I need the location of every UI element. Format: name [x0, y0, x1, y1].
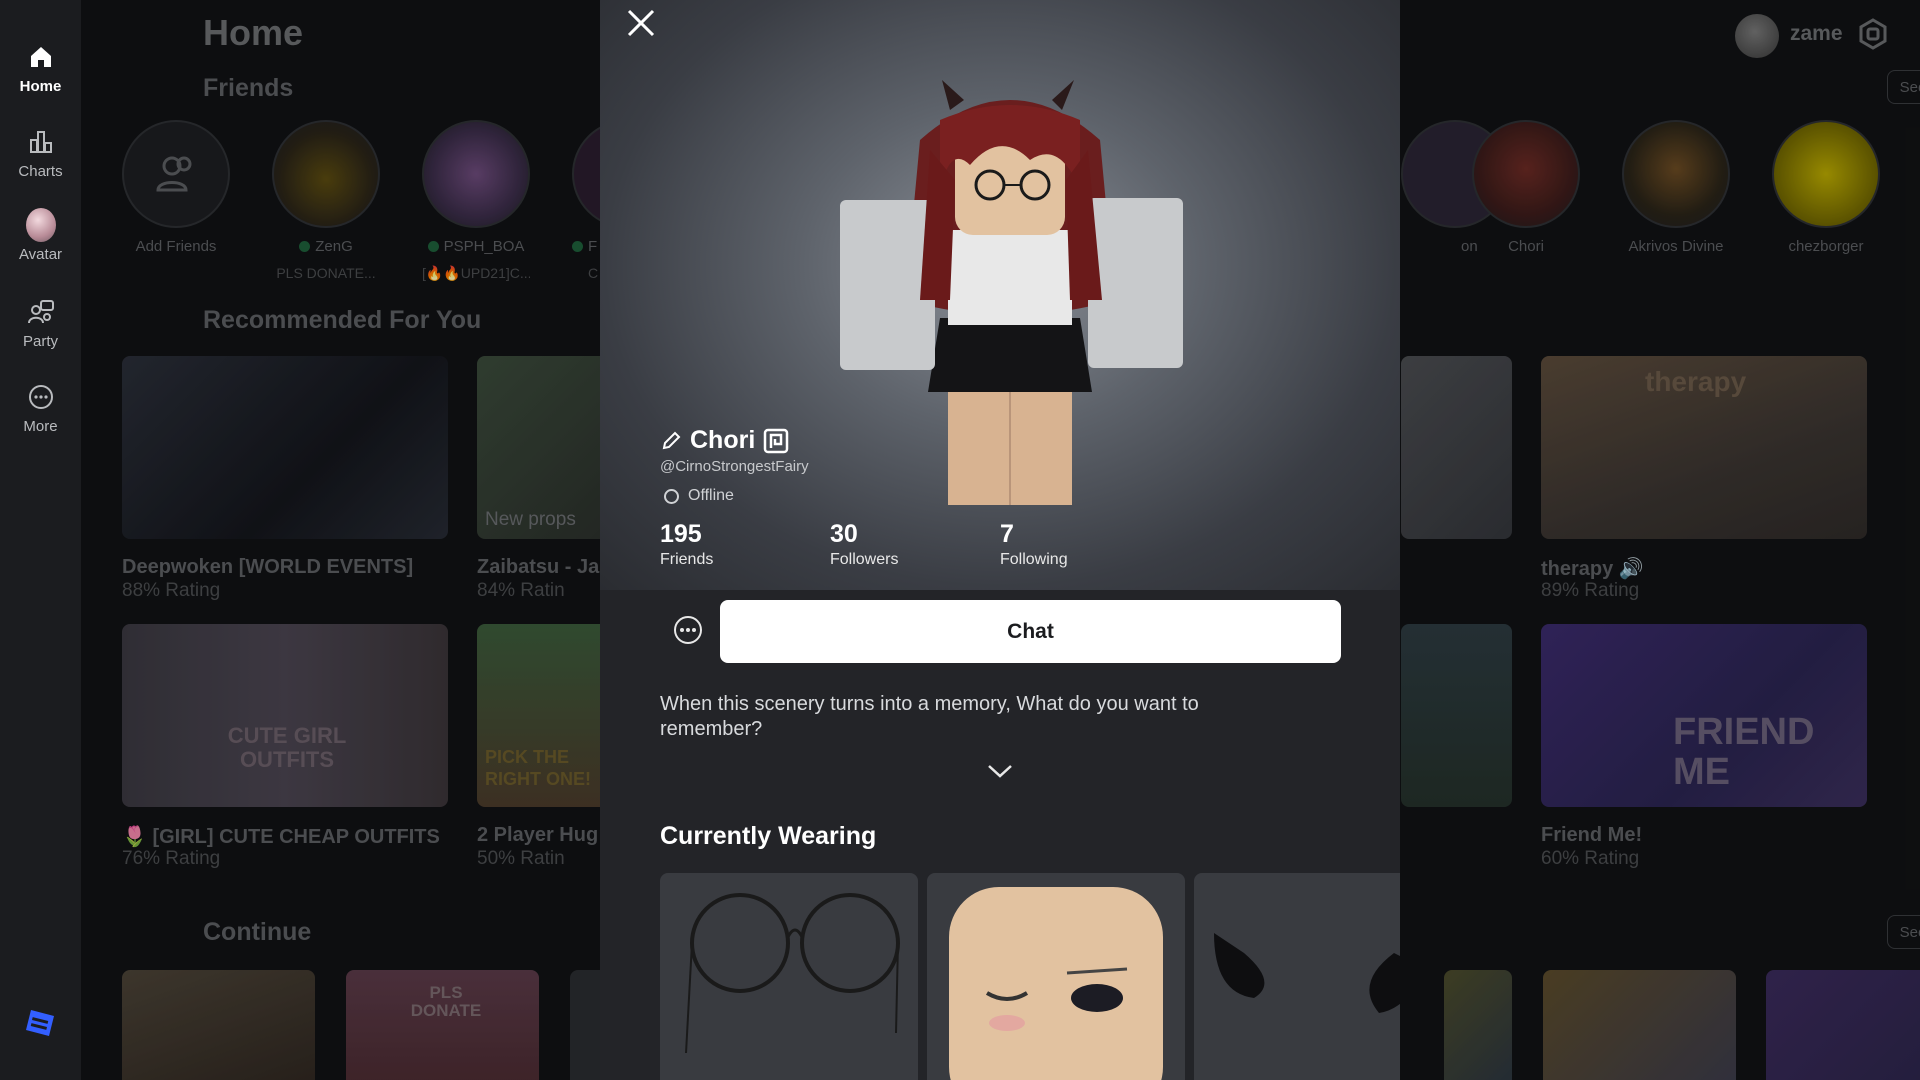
sidebar: Home Charts Avatar Party More [0, 0, 81, 1080]
party-icon [27, 300, 54, 324]
chat-button[interactable]: Chat [720, 600, 1341, 663]
stat-friends[interactable]: 195 Friends [660, 520, 713, 569]
avatar-3d-render [840, 80, 1183, 505]
more-icon [28, 385, 53, 409]
stat-value: 7 [1000, 520, 1014, 548]
sidebar-item-charts[interactable]: Charts [0, 127, 81, 207]
profile-modal: Chori @CirnoStrongestFairy Offline 195 F… [600, 0, 1400, 1080]
sidebar-item-more[interactable]: More [0, 382, 81, 462]
roblox-logo-icon[interactable] [25, 1008, 55, 1038]
profile-username: @CirnoStrongestFairy [660, 458, 809, 475]
stat-following[interactable]: 7 Following [1000, 520, 1068, 569]
stat-value: 195 [660, 520, 702, 548]
close-icon[interactable] [622, 4, 660, 42]
currently-wearing-title: Currently Wearing [660, 822, 877, 850]
stat-label: Following [1000, 551, 1068, 568]
profile-status: Offline [664, 487, 734, 505]
wearing-item-face[interactable] [927, 873, 1185, 1080]
sidebar-item-avatar[interactable]: Avatar [0, 208, 81, 290]
avatar-icon [25, 208, 56, 242]
wearing-item-glasses[interactable] [660, 873, 918, 1080]
home-icon [30, 47, 51, 67]
sidebar-item-label: More [23, 418, 58, 435]
more-options-icon[interactable] [672, 614, 704, 646]
profile-status-text: Offline [688, 487, 734, 504]
wearing-item-horns[interactable] [1194, 873, 1400, 1080]
face-item-icon [949, 887, 1163, 1080]
profile-name-row: Chori [660, 426, 789, 455]
stat-label: Followers [830, 551, 899, 568]
sidebar-item-label: Charts [18, 163, 63, 180]
premium-badge-icon [764, 428, 789, 453]
horns-item-icon [1214, 933, 1400, 1013]
sidebar-item-label: Avatar [18, 246, 63, 263]
edit-pencil-icon[interactable] [660, 430, 682, 452]
stat-followers[interactable]: 30 Followers [830, 520, 898, 569]
profile-bio: When this scenery turns into a memory, W… [660, 693, 1199, 740]
sidebar-item-label: Party [22, 333, 58, 350]
glasses-item-icon [685, 893, 900, 1054]
stat-label: Friends [660, 551, 714, 568]
profile-display-name: Chori [690, 426, 756, 454]
stat-value: 30 [830, 520, 858, 548]
profile-hero: Chori @CirnoStrongestFairy Offline 195 F… [600, 0, 1400, 590]
sidebar-item-party[interactable]: Party [0, 297, 81, 377]
sidebar-item-home[interactable]: Home [0, 42, 81, 122]
sidebar-item-label: Home [19, 78, 62, 95]
chevron-down-icon[interactable] [985, 760, 1015, 782]
charts-icon [29, 131, 52, 153]
offline-status-icon [664, 488, 679, 504]
